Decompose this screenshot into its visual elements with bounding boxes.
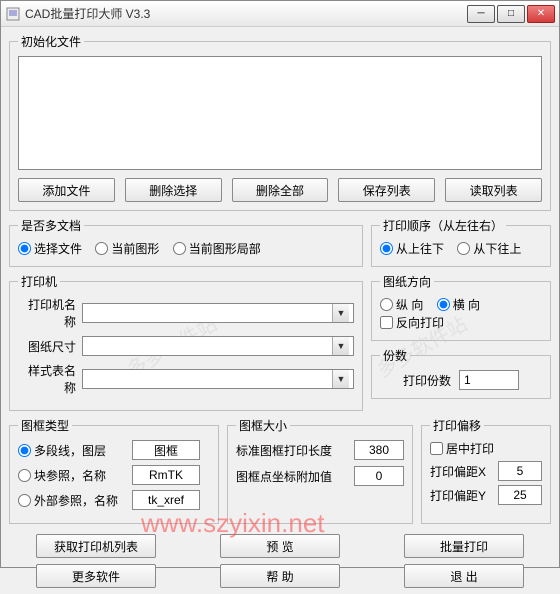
group-printer: 打印机 打印机名称 图纸尺寸 样式表名称 (9, 273, 363, 411)
group-init-legend: 初始化文件 (18, 33, 84, 50)
maximize-button[interactable]: □ (497, 5, 525, 23)
get-printers-button[interactable]: 获取打印机列表 (36, 534, 156, 558)
group-copies: 份数 打印份数 (371, 347, 551, 399)
group-order-legend: 打印顺序（从左往右） (380, 217, 506, 234)
close-button[interactable]: ✕ (527, 5, 555, 23)
radio-xref[interactable]: 外部参照，名称 (18, 492, 128, 509)
group-order: 打印顺序（从左往右） 从上往下 从下往上 (371, 217, 551, 267)
add-file-button[interactable]: 添加文件 (18, 178, 115, 202)
group-orient: 图纸方向 纵 向 横 向 反向打印 (371, 273, 551, 341)
printer-name-select[interactable] (82, 303, 354, 323)
label-coordadd: 图框点坐标附加值 (236, 468, 354, 485)
preview-button[interactable]: 预 览 (220, 534, 340, 558)
label-copies: 打印份数 (403, 372, 451, 389)
radio-current-partial[interactable]: 当前图形局部 (173, 240, 261, 257)
batch-print-button[interactable]: 批量打印 (404, 534, 524, 558)
window-title: CAD批量打印大师 V3.3 (25, 5, 467, 22)
offy-input[interactable] (498, 485, 542, 505)
label-style-name: 样式表名称 (18, 362, 82, 396)
row-multidoc-order: 是否多文档 选择文件 当前图形 当前图形局部 打印顺序（从左往右） 从上往下 从… (9, 217, 551, 273)
group-frametype-legend: 图框类型 (18, 417, 72, 434)
group-init: 初始化文件 添加文件 删除选择 删除全部 保存列表 读取列表 (9, 33, 551, 211)
label-offx: 打印偏距X (430, 463, 486, 480)
radio-bottom-up[interactable]: 从下往上 (457, 240, 521, 257)
group-multidoc-legend: 是否多文档 (18, 217, 84, 234)
save-list-button[interactable]: 保存列表 (338, 178, 435, 202)
radio-select-file[interactable]: 选择文件 (18, 240, 82, 257)
group-printer-legend: 打印机 (18, 273, 60, 290)
polyline-input[interactable] (132, 440, 200, 460)
offx-input[interactable] (498, 461, 542, 481)
radio-current-drawing[interactable]: 当前图形 (95, 240, 159, 257)
group-offset-legend: 打印偏移 (430, 417, 484, 434)
window-buttons: ─ □ ✕ (467, 5, 555, 23)
col-orient-copies: 图纸方向 纵 向 横 向 反向打印 份数 打印份数 (371, 273, 551, 417)
group-copies-legend: 份数 (380, 347, 410, 364)
group-framesize-legend: 图框大小 (236, 417, 290, 434)
group-multidoc: 是否多文档 选择文件 当前图形 当前图形局部 (9, 217, 363, 267)
group-orient-legend: 图纸方向 (380, 273, 434, 290)
copies-input[interactable] (459, 370, 519, 390)
check-reverse[interactable]: 反向打印 (380, 314, 444, 331)
client-area: www.ddooo.com www.ddooo.com 多多软件站 多多软件站 … (1, 27, 559, 594)
main-window: CAD批量打印大师 V3.3 ─ □ ✕ www.ddooo.com www.d… (0, 0, 560, 568)
blockref-input[interactable] (132, 465, 200, 485)
label-offy: 打印偏距Y (430, 487, 486, 504)
stdlen-input[interactable] (354, 440, 404, 460)
delete-selected-button[interactable]: 删除选择 (125, 178, 222, 202)
titlebar: CAD批量打印大师 V3.3 ─ □ ✕ (1, 1, 559, 27)
radio-portrait[interactable]: 纵 向 (380, 296, 423, 313)
radio-top-down[interactable]: 从上往下 (380, 240, 444, 257)
label-paper-size: 图纸尺寸 (18, 338, 82, 355)
bottom-buttons: 获取打印机列表 更多软件 预 览 帮 助 批量打印 退 出 (9, 534, 551, 588)
xref-input[interactable] (132, 490, 200, 510)
minimize-button[interactable]: ─ (467, 5, 495, 23)
app-icon (5, 6, 21, 22)
radio-polyline[interactable]: 多段线，图层 (18, 442, 128, 459)
paper-size-select[interactable] (82, 336, 354, 356)
style-name-select[interactable] (82, 369, 354, 389)
row-frame-offset: 图框类型 多段线，图层 块参照，名称 外部参照，名称 图框大小 标准图框打印长度 (9, 417, 551, 530)
file-buttons: 添加文件 删除选择 删除全部 保存列表 读取列表 (18, 178, 542, 202)
coordadd-input[interactable] (354, 466, 404, 486)
group-framesize: 图框大小 标准图框打印长度 图框点坐标附加值 (227, 417, 413, 524)
load-list-button[interactable]: 读取列表 (445, 178, 542, 202)
group-frametype: 图框类型 多段线，图层 块参照，名称 外部参照，名称 (9, 417, 219, 524)
radio-blockref[interactable]: 块参照，名称 (18, 467, 128, 484)
delete-all-button[interactable]: 删除全部 (232, 178, 329, 202)
group-offset: 打印偏移 居中打印 打印偏距X 打印偏距Y (421, 417, 551, 524)
check-center[interactable]: 居中打印 (430, 440, 494, 457)
radio-landscape[interactable]: 横 向 (437, 296, 480, 313)
label-printer-name: 打印机名称 (18, 296, 82, 330)
file-listbox[interactable] (18, 56, 542, 170)
row-printer-orient: 打印机 打印机名称 图纸尺寸 样式表名称 图纸方向 纵 向 (9, 273, 551, 417)
label-stdlen: 标准图框打印长度 (236, 442, 354, 459)
